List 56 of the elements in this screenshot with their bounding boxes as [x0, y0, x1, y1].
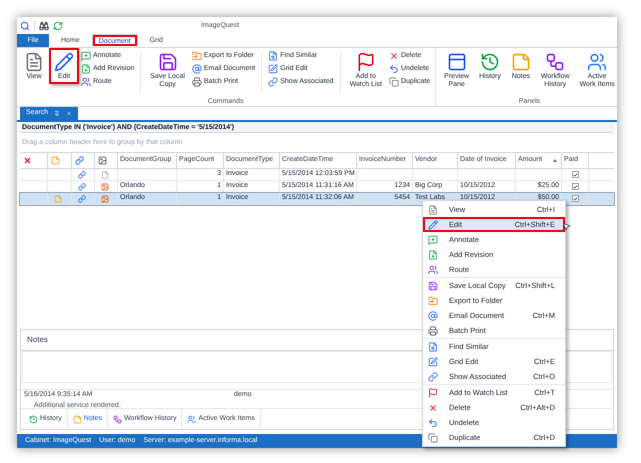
link-icon[interactable]	[78, 182, 86, 190]
close-icon[interactable]	[66, 110, 72, 117]
file-search-icon	[268, 51, 278, 61]
comment-plus-icon	[81, 51, 91, 61]
pin-icon[interactable]	[54, 110, 60, 117]
copy-icon	[388, 77, 399, 87]
table-pencil-icon	[428, 356, 438, 366]
users-icon	[187, 414, 196, 424]
flag-icon	[356, 52, 376, 72]
search-icon[interactable]	[20, 21, 30, 31]
folder-arrow-icon	[428, 296, 438, 306]
users-icon	[81, 77, 91, 87]
note-icon	[72, 414, 82, 424]
link-icon	[428, 372, 438, 382]
history-icon	[480, 52, 500, 72]
document-icon	[24, 52, 44, 72]
flag-icon	[428, 388, 438, 398]
link-icon[interactable]	[78, 170, 86, 178]
table-pencil-icon	[268, 64, 278, 74]
panel-icon	[446, 52, 467, 72]
printer-icon	[192, 77, 202, 87]
file-search-icon	[428, 342, 438, 352]
pencil-icon	[54, 52, 74, 72]
sort-arrow-icon	[553, 159, 557, 162]
paid-checkbox[interactable]	[572, 171, 578, 178]
file-plus-icon	[428, 250, 438, 260]
workflow-icon	[113, 414, 122, 424]
users-icon	[587, 52, 608, 72]
document-icon	[428, 204, 438, 214]
refresh-icon[interactable]	[53, 21, 63, 31]
history-icon	[29, 414, 38, 424]
copy-icon	[428, 432, 438, 442]
note-icon	[510, 52, 531, 72]
image-icon	[98, 156, 107, 165]
at-sign-icon	[192, 64, 202, 74]
link-icon[interactable]	[78, 194, 86, 202]
undo-icon	[388, 64, 399, 74]
paid-checkbox[interactable]	[572, 195, 578, 202]
undo-icon	[428, 418, 438, 428]
at-sign-icon	[428, 310, 438, 320]
panel-title: Notes	[27, 334, 48, 346]
folder-arrow-icon	[192, 51, 202, 61]
note-icon	[51, 156, 60, 165]
paid-checkbox[interactable]	[572, 183, 578, 190]
binoculars-icon[interactable]	[39, 21, 49, 31]
file-plus-icon	[81, 64, 91, 74]
link-icon	[75, 156, 84, 165]
users-icon	[428, 264, 438, 274]
x-mark-icon	[388, 51, 399, 61]
pencil-icon	[428, 220, 438, 230]
x-mark-icon	[428, 402, 438, 412]
x-mark-icon	[23, 156, 32, 165]
workflow-icon	[545, 52, 566, 72]
comment-plus-icon	[428, 234, 438, 244]
link-icon	[268, 77, 278, 87]
printer-icon	[428, 326, 438, 336]
